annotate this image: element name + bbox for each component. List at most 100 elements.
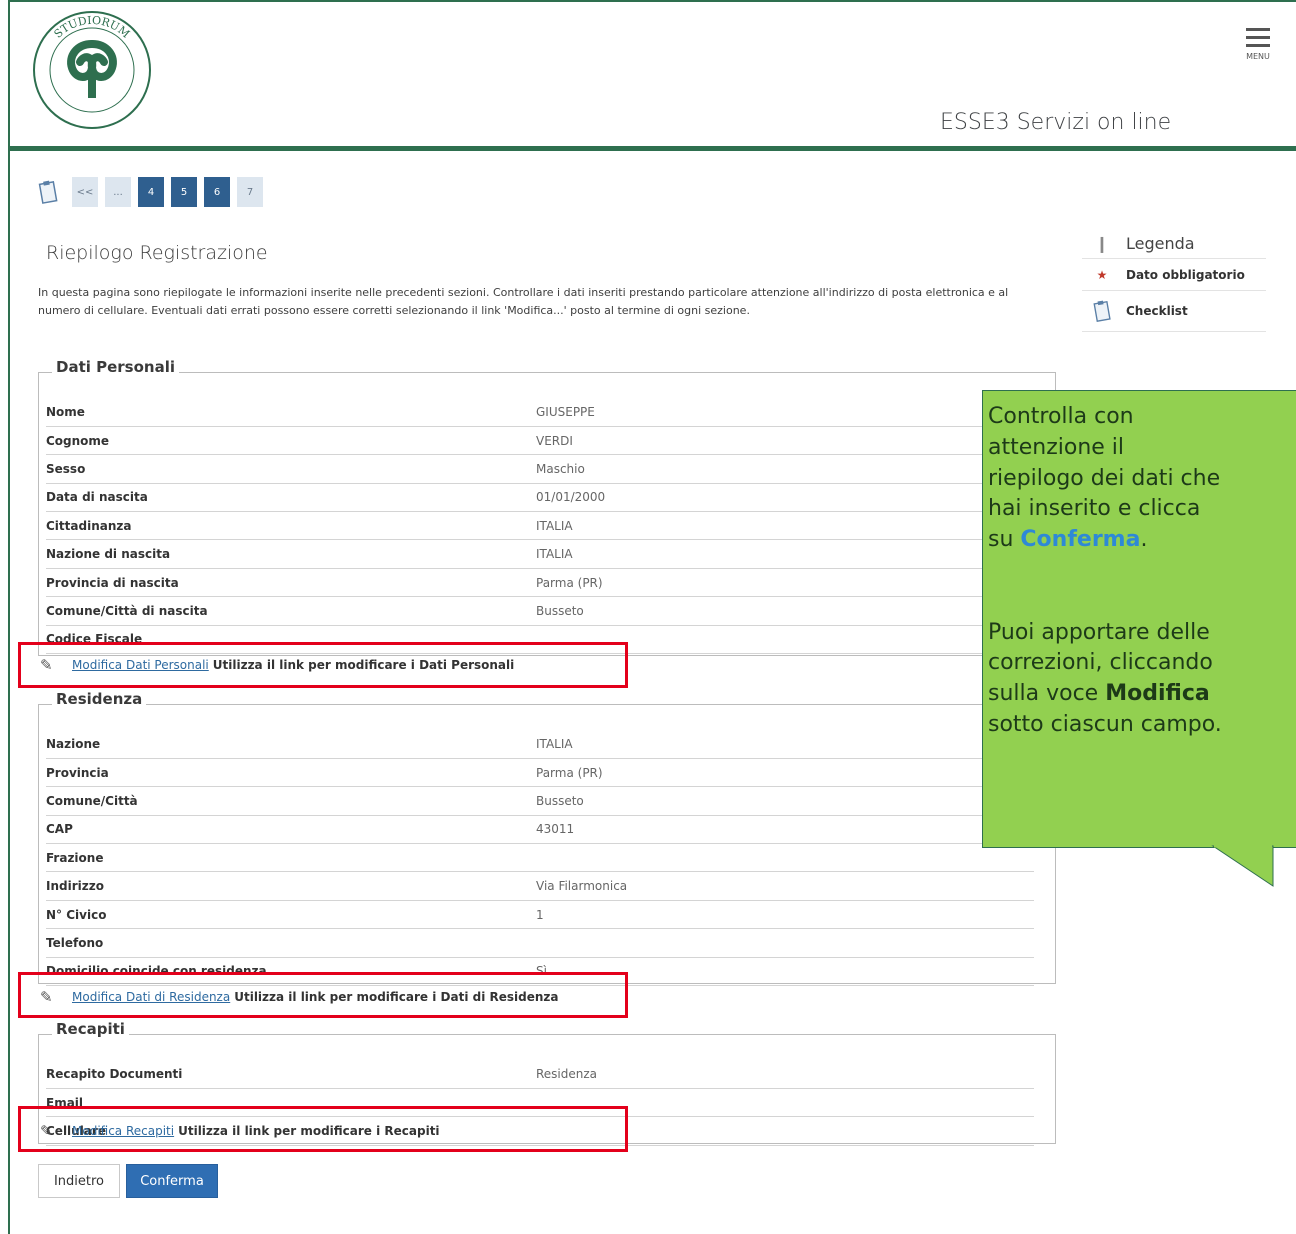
field-value: 1 [536,900,1034,930]
field-label: N° Civico [46,900,536,930]
field-label: Provincia di nascita [46,568,536,598]
portal-title: ESSE3 Servizi on line [940,110,1172,135]
personal-data-table: Nome GIUSEPPE Cognome VERDI Sesso Maschio D… [46,398,1034,655]
table-row: N° Civico 1 [46,900,1034,930]
pin-icon: ❙ [1095,233,1109,253]
table-row: Provincia Parma (PR) [46,758,1034,788]
table-row: CAP 43011 [46,815,1034,845]
field-value: ITALIA [536,539,1034,569]
highlight-box [18,1106,628,1152]
table-row: Provincia di nascita Parma (PR) [46,568,1034,598]
field-value: Parma (PR) [536,568,1034,598]
contacts-title: Recapiti [52,1020,129,1038]
field-value: Busseto [536,786,1034,816]
highlight-box [18,972,628,1018]
page-title: Riepilogo Registrazione [46,242,268,264]
callout-line: correzioni, cliccando [988,650,1213,676]
hamburger-icon [1238,28,1278,47]
field-label: CAP [46,815,536,845]
callout-line: Puoi apportare delle [988,619,1210,645]
table-row: Nome GIUSEPPE [46,398,1034,427]
university-logo[interactable]: STUDIORUM [32,10,152,130]
field-value: VERDI [536,426,1034,456]
field-label: Cognome [46,426,536,456]
field-label: Telefono [46,928,536,958]
checklist-icon [1093,300,1111,322]
pager-page-5[interactable]: 5 [171,177,197,207]
field-value [536,928,1034,958]
callout-line: sulla voce Modifica [988,679,1296,710]
pager-first-button[interactable]: << [72,177,98,207]
confirm-button[interactable]: Conferma [126,1164,218,1198]
callout-tail [1211,844,1274,887]
checklist-icon[interactable] [38,180,58,204]
callout-line: su Conferma. [988,525,1296,556]
pager-page-7[interactable]: 7 [237,177,263,207]
step-pager: << ... 4 5 6 7 [38,172,270,212]
field-label: Comune/Città di nascita [46,596,536,626]
menu-button[interactable]: MENU [1238,28,1278,72]
field-value: 01/01/2000 [536,483,1034,513]
callout-bold: Modifica [1105,681,1210,707]
field-value: Residenza [536,1060,1034,1089]
table-row: Comune/Città di nascita Busseto [46,596,1034,626]
callout-text: Controlla con attenzione il riepilogo de… [988,402,1296,741]
table-row: Nazione ITALIA [46,730,1034,759]
menu-label: MENU [1246,52,1270,61]
callout-line: Controlla con [988,404,1134,429]
star-icon: ★ [1096,267,1108,282]
table-row: Telefono [46,928,1034,958]
legend-checklist-label: Checklist [1126,304,1188,318]
field-value: ITALIA [536,730,1034,759]
field-value: Busseto [536,596,1034,626]
legend-title: ❙ Legenda [1082,228,1266,258]
field-label: Indirizzo [46,871,536,901]
callout-line: sotto ciascun campo. [988,711,1222,737]
field-label: Data di nascita [46,483,536,513]
pager-ellipsis: ... [105,177,131,207]
field-label: Recapito Documenti [46,1060,536,1089]
header-divider [10,146,1296,151]
callout-line: riepilogo dei dati che [988,465,1221,491]
callout-line: hai inserito e clicca [988,496,1201,522]
pager-page-6[interactable]: 6 [204,177,230,207]
table-row: Cognome VERDI [46,426,1034,456]
field-value: Maschio [536,454,1034,484]
field-value: 43011 [536,815,1034,845]
field-label: Nazione di nascita [46,539,536,569]
table-row: Indirizzo Via Filarmonica [46,871,1034,901]
table-row: Recapito Documenti Residenza [46,1060,1034,1089]
field-label: Provincia [46,758,536,788]
legend-panel: ❙ Legenda ★ Dato obbligatorio Checklist [1082,228,1266,332]
field-label: Sesso [46,454,536,484]
callout-text-part: sulla voce [988,681,1106,707]
table-row: Sesso Maschio [46,454,1034,484]
legend-checklist[interactable]: Checklist [1082,290,1266,332]
field-value: ITALIA [536,511,1034,541]
highlight-box [18,642,628,688]
field-label: Frazione [46,843,536,873]
field-value: GIUSEPPE [536,398,1034,427]
callout-text-part: . [1140,527,1148,553]
table-row: Data di nascita 01/01/2000 [46,483,1034,513]
field-label: Nome [46,398,536,427]
legend-title-label: Legenda [1126,233,1195,253]
table-row: Nazione di nascita ITALIA [46,539,1034,569]
residence-title: Residenza [52,690,147,708]
field-label: Cittadinanza [46,511,536,541]
table-row: Comune/Città Busseto [46,786,1034,816]
table-row: Cittadinanza ITALIA [46,511,1034,541]
legend-required: ★ Dato obbligatorio [1082,258,1266,290]
field-value: Parma (PR) [536,758,1034,788]
callout-text-part: su [988,527,1021,553]
callout-accent: Conferma [1020,527,1141,553]
intro-text: In questa pagina sono riepilogate le inf… [38,286,1009,317]
table-row: Frazione [46,843,1034,873]
back-button[interactable]: Indietro [38,1164,120,1198]
field-value: Via Filarmonica [536,871,1034,901]
field-label: Nazione [46,730,536,759]
personal-data-title: Dati Personali [52,358,179,376]
pager-page-4[interactable]: 4 [138,177,164,207]
residence-table: Nazione ITALIA Provincia Parma (PR) Comune… [46,730,1034,987]
callout-line: attenzione il [988,434,1125,460]
